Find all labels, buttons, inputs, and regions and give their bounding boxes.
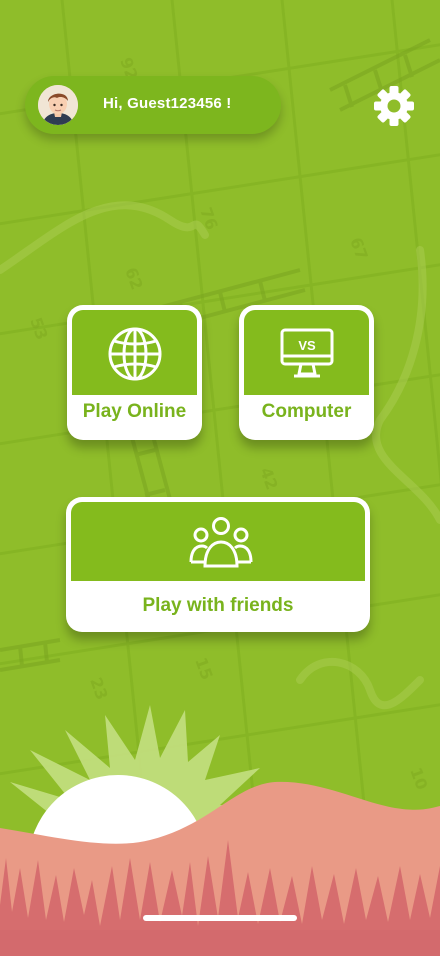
group-icon <box>189 517 253 568</box>
play-online-label: Play Online <box>82 401 187 422</box>
svg-text:15: 15 <box>191 655 216 682</box>
svg-text:42: 42 <box>256 465 281 492</box>
computer-button[interactable]: VS Computer <box>239 305 374 440</box>
play-with-friends-button[interactable]: Play with friends <box>66 497 370 632</box>
friends-icon-area <box>71 502 365 581</box>
computer-label: Computer <box>261 401 352 422</box>
globe-icon <box>108 327 162 381</box>
play-online-icon-area <box>72 310 197 395</box>
play-online-button[interactable]: Play Online <box>67 305 202 440</box>
play-with-friends-label: Play with friends <box>142 595 294 616</box>
svg-text:67: 67 <box>346 235 371 262</box>
computer-icon-area: VS <box>244 310 369 395</box>
monitor-vs-icon: VS <box>280 328 334 378</box>
gear-icon[interactable] <box>373 85 415 127</box>
greeting-text: Hi, Guest123456 ! <box>103 95 232 112</box>
profile-pill[interactable]: Hi, Guest123456 ! <box>25 76 281 134</box>
svg-text:53: 53 <box>26 315 51 342</box>
svg-text:62: 62 <box>121 265 146 292</box>
home-indicator[interactable] <box>143 915 297 921</box>
vs-text: VS <box>298 338 316 353</box>
avatar[interactable] <box>38 85 78 125</box>
